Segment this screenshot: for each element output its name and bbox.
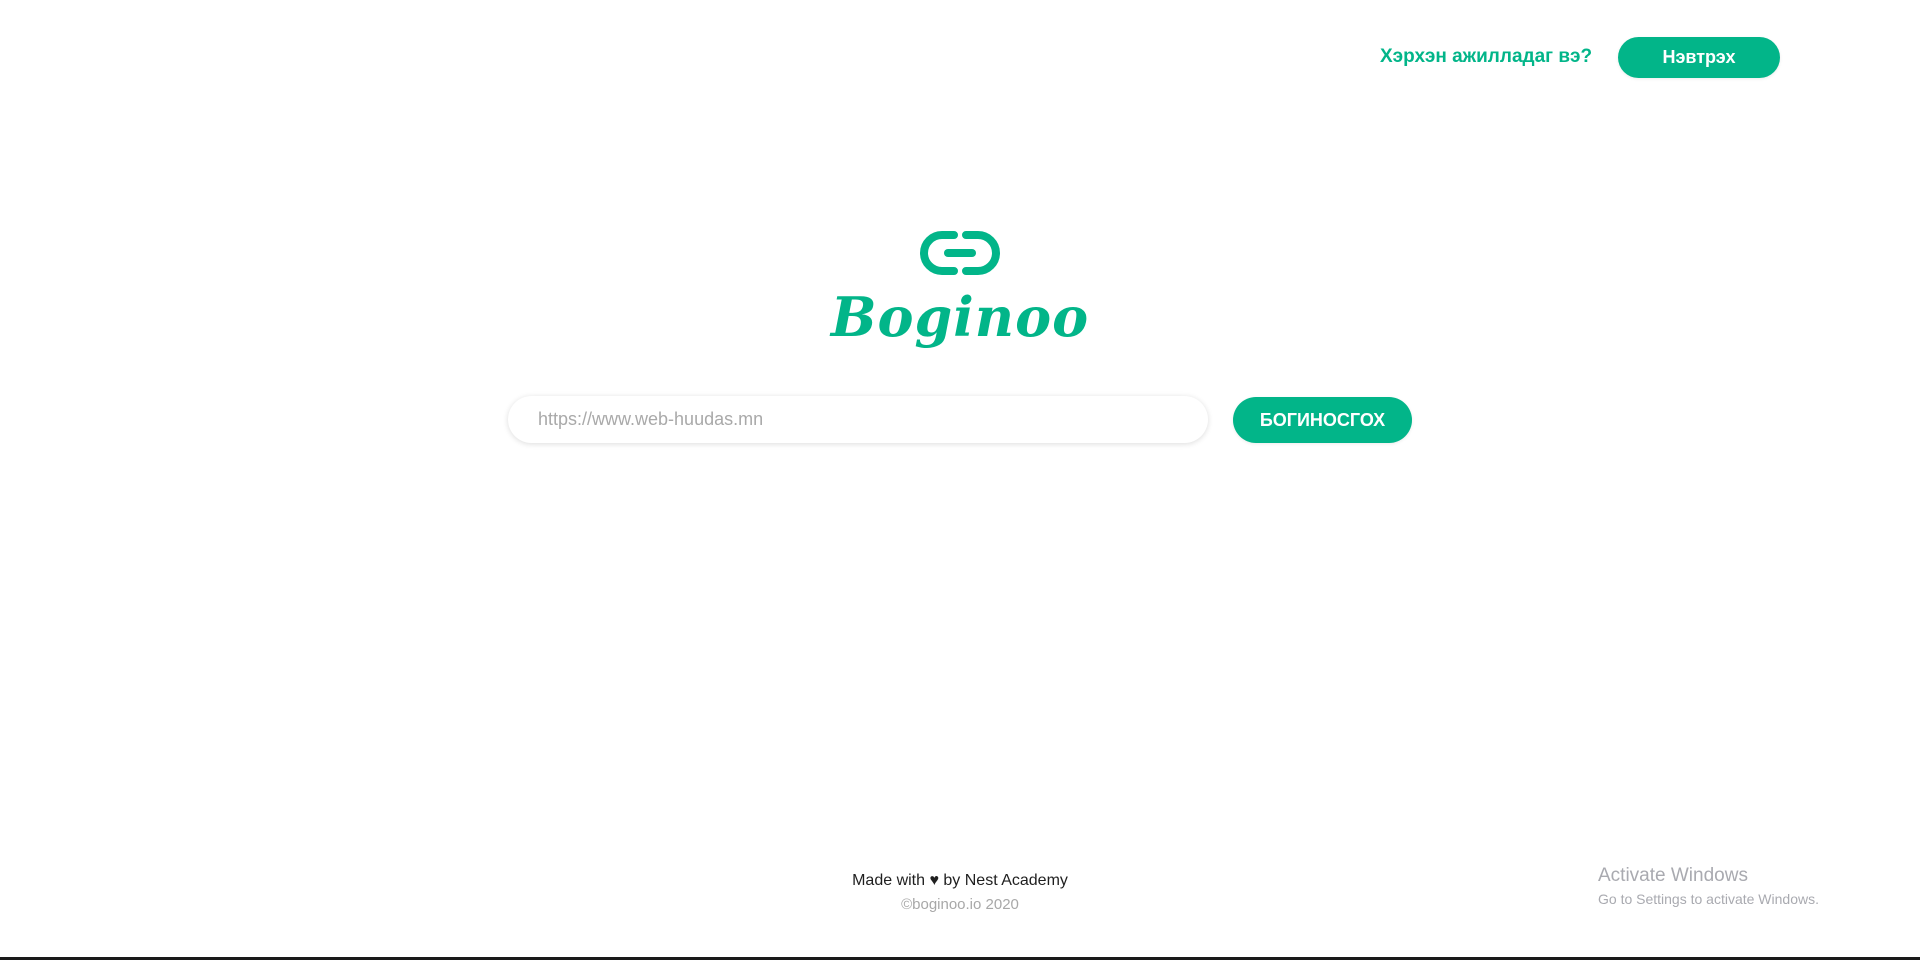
brand-logo-text: Boginoo — [830, 285, 1090, 349]
login-button[interactable]: Нэвтрэх — [1618, 37, 1780, 78]
shorten-button[interactable]: БОГИНОСГОХ — [1233, 397, 1412, 443]
watermark-title: Activate Windows — [1598, 865, 1748, 886]
link-icon — [920, 231, 1000, 275]
url-input[interactable] — [508, 396, 1208, 443]
activate-windows-watermark: Activate Windows Go to Settings to activ… — [1598, 864, 1819, 908]
how-it-works-link[interactable]: Хэрхэн ажилладаг вэ? — [1380, 44, 1592, 70]
url-input-container — [508, 396, 1208, 443]
watermark-subtitle: Go to Settings to activate Windows. — [1598, 891, 1819, 907]
